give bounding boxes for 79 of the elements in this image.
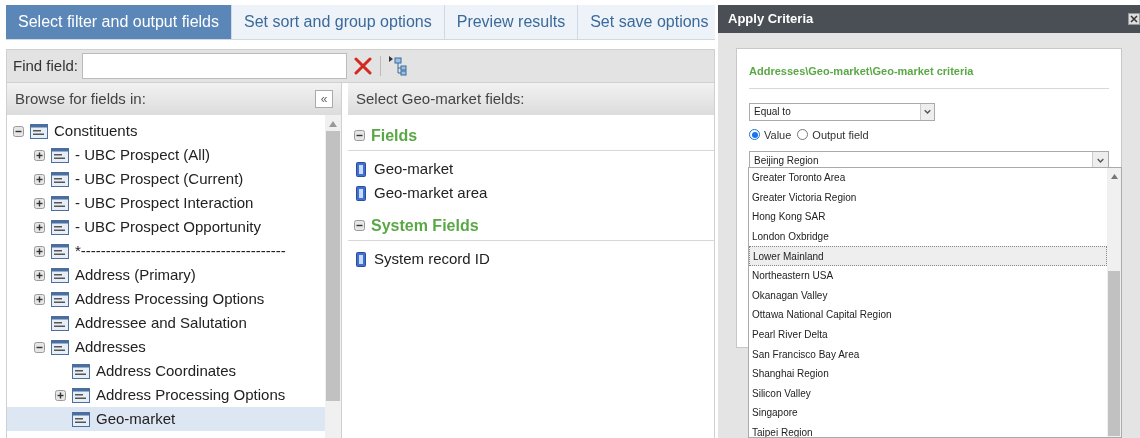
section-title: System Fields [371,215,479,236]
panel-title: Browse for fields in: [15,88,146,109]
expand-icon[interactable] [34,173,45,185]
dropdown-option[interactable]: London Oxbridge [749,226,1107,247]
tab[interactable]: Set sort and group options [232,5,445,39]
radio-option[interactable]: Value [749,126,792,143]
find-field-label: Find field: [13,55,79,76]
dialog-title: Apply Criteria [728,10,814,29]
scrollbar[interactable] [1107,168,1121,437]
tree-item[interactable]: Address Coordinates [7,359,325,383]
tree-item[interactable]: Addresses [7,335,325,359]
table-icon [72,387,90,403]
table-icon [72,411,90,427]
dropdown-option[interactable]: Okanagan Valley [749,285,1107,306]
table-icon [51,315,69,331]
expand-icon[interactable] [55,389,66,401]
hierarchy-icon[interactable] [389,56,408,76]
expand-icon[interactable] [34,149,45,161]
field-icon [356,185,366,201]
field-item[interactable]: System record ID [348,247,714,271]
collapse-icon[interactable] [34,341,45,353]
dropdown-option[interactable]: Lower Mainland [749,246,1107,266]
field-item[interactable]: Geo-market area [348,181,714,205]
tree-item[interactable]: Address Processing Options [7,383,325,407]
table-icon [51,219,69,235]
field-item[interactable]: Geo-market [348,157,714,181]
tree-item[interactable]: - UBC Prospect (Current) [7,167,325,191]
table-icon [72,363,90,379]
panel-title: Select Geo-market fields: [356,88,525,109]
dropdown-option[interactable]: Shanghai Region [749,363,1107,384]
table-icon [51,195,69,211]
tree-item[interactable]: Address Processing Options [7,287,325,311]
dropdown-option[interactable]: San Francisco Bay Area [749,344,1107,364]
table-icon [51,267,69,283]
collapse-icon[interactable] [354,130,365,141]
section-title: Fields [371,125,418,146]
field-icon [356,161,366,177]
expand-icon[interactable] [34,221,45,233]
table-icon [30,123,48,139]
scroll-up-icon[interactable] [1110,174,1118,179]
collapse-icon[interactable] [354,220,365,231]
expand-icon[interactable] [34,293,45,305]
caret-icon [920,103,934,120]
dropdown-option[interactable]: Singapore [749,403,1107,423]
criteria-heading: Addresses\Geo-market\Geo-market criteria [749,63,1109,89]
dropdown-option[interactable]: Northeastern USA [749,265,1107,286]
dropdown-option[interactable]: Pearl River Delta [749,324,1107,345]
tree-item[interactable]: *----------------------------------------- [7,239,325,263]
field-icon [356,251,366,267]
collapse-button[interactable]: « [315,90,333,108]
dropdown-option[interactable]: Hong Kong SAR [749,207,1107,227]
table-icon [51,171,69,187]
tree-item[interactable]: - UBC Prospect Interaction [7,191,325,215]
find-field[interactable] [82,53,348,79]
tab[interactable]: Select filter and output fields [6,5,232,39]
radio-option[interactable]: Output field [797,126,869,143]
tree-item[interactable]: Address (Primary) [7,263,325,287]
scrollbar[interactable] [325,115,341,438]
table-icon [51,339,69,355]
dropdown-option[interactable]: Silicon Valley [749,383,1107,404]
table-icon [51,291,69,307]
tab[interactable]: Preview results [444,5,579,39]
expand-icon[interactable] [34,245,45,257]
tree-item[interactable]: - UBC Prospect Opportunity [7,215,325,239]
tree-item[interactable]: Constituents [7,119,325,143]
expand-icon[interactable] [34,197,45,209]
expand-icon[interactable] [34,269,45,281]
dropdown-option[interactable]: Greater Toronto Area [749,168,1107,188]
table-icon [51,147,69,163]
tree-item[interactable]: Addressee and Salutation [7,311,325,335]
close-icon[interactable] [1128,13,1140,25]
operator-dropdown[interactable]: Equal to [749,102,935,121]
tree-item[interactable]: Geo-market [7,407,325,431]
table-icon [51,243,69,259]
tree-item[interactable]: - UBC Prospect (All) [7,143,325,167]
dropdown-option[interactable]: Greater Victoria Region [749,187,1107,208]
dropdown-option[interactable]: Ottawa National Capital Region [749,305,1107,325]
collapse-icon[interactable] [13,125,24,137]
clear-icon[interactable] [354,57,373,75]
